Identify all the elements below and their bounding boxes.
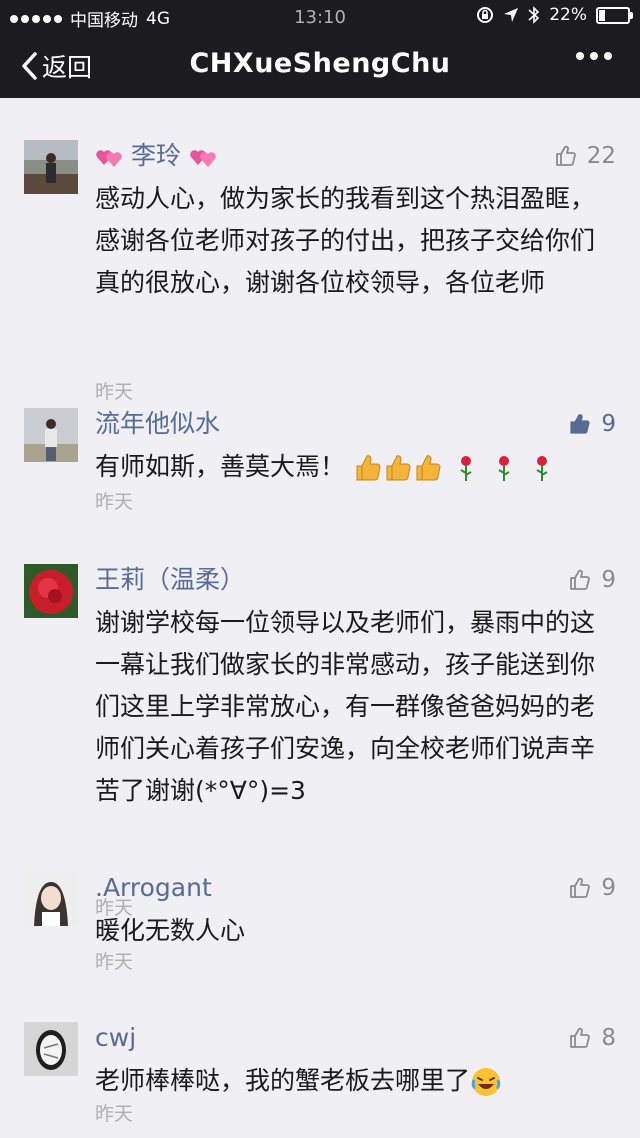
location-icon — [504, 8, 519, 22]
thumbs-up-icon — [570, 569, 591, 590]
comment-time: 昨天 — [95, 381, 134, 403]
thumbs-up-icon — [570, 877, 591, 898]
like-count: 9 — [601, 411, 616, 437]
like-count: 22 — [586, 143, 616, 169]
rose-emoji-icon — [498, 456, 510, 481]
like-button[interactable]: 22 — [555, 140, 616, 172]
rose-emoji-icon — [460, 456, 472, 481]
comment-text: 谢谢学校每一位领导以及老师们，暴雨中的这一幕让我们做家长的非常感动，孩子能送到你… — [95, 608, 596, 805]
top-bar: 中国移动 4G 13:10 22% 返回 CHXueShengChu — [0, 0, 640, 98]
nav-bar: 返回 CHXueShengChu — [0, 34, 640, 98]
thumbs-up-emoji-icon — [416, 455, 441, 481]
commenter-name[interactable]: 王莉（温柔） — [95, 564, 245, 596]
status-right: 22% — [476, 5, 633, 25]
more-button[interactable] — [576, 52, 612, 60]
thumbs-up-emoji-icon — [356, 455, 381, 481]
comment-time: 昨天 — [95, 1103, 134, 1125]
like-button[interactable]: 9 — [569, 564, 616, 596]
heart-icon — [96, 150, 122, 167]
like-button[interactable]: 8 — [569, 1022, 616, 1054]
comment-text: 有师如斯，善莫大焉！ — [95, 446, 615, 488]
emoji-row — [353, 452, 557, 481]
commenter-name[interactable]: .Arrogant — [95, 872, 212, 904]
commenter-name[interactable]: 李玲 — [95, 140, 217, 172]
like-count: 9 — [601, 567, 616, 593]
avatar[interactable] — [24, 140, 78, 194]
like-count: 9 — [601, 875, 616, 901]
comment-text: 感动人心，做为家长的我看到这个热泪盈眶，感谢各位老师对孩子的付出，把孩子交给你们… — [95, 184, 596, 297]
page-title: CHXueShengChu — [189, 48, 451, 79]
avatar[interactable] — [24, 872, 78, 926]
thumbs-up-icon — [570, 1027, 591, 1048]
comment-time: 昨天 — [95, 491, 134, 513]
like-count: 8 — [601, 1025, 616, 1051]
like-button[interactable]: 9 — [569, 872, 616, 904]
thumbs-up-icon — [570, 414, 590, 434]
like-button[interactable]: 9 — [569, 408, 616, 440]
bluetooth-icon — [528, 6, 540, 24]
commenter-name[interactable]: cwj — [95, 1022, 136, 1054]
thumbs-up-emoji-icon — [386, 455, 411, 481]
battery-percent: 22% — [549, 5, 587, 25]
commenter-name[interactable]: 流年他似水 — [95, 408, 220, 440]
comment-time: 昨天 — [95, 951, 134, 973]
laughing-emoji-icon — [471, 1068, 501, 1096]
status-bar: 中国移动 4G 13:10 22% — [0, 0, 640, 34]
comment-text: 老师棒棒哒，我的蟹老板去哪里了 — [95, 1060, 615, 1102]
thumbs-up-icon — [555, 145, 576, 166]
lock-rotation-icon — [477, 7, 494, 23]
avatar[interactable] — [24, 408, 78, 462]
avatar[interactable] — [24, 1022, 78, 1076]
heart-icon — [190, 150, 216, 167]
battery-icon — [596, 6, 633, 24]
rose-emoji-icon — [536, 456, 548, 481]
comment-text: 暖化无数人心 — [95, 916, 246, 945]
avatar[interactable] — [24, 564, 78, 618]
